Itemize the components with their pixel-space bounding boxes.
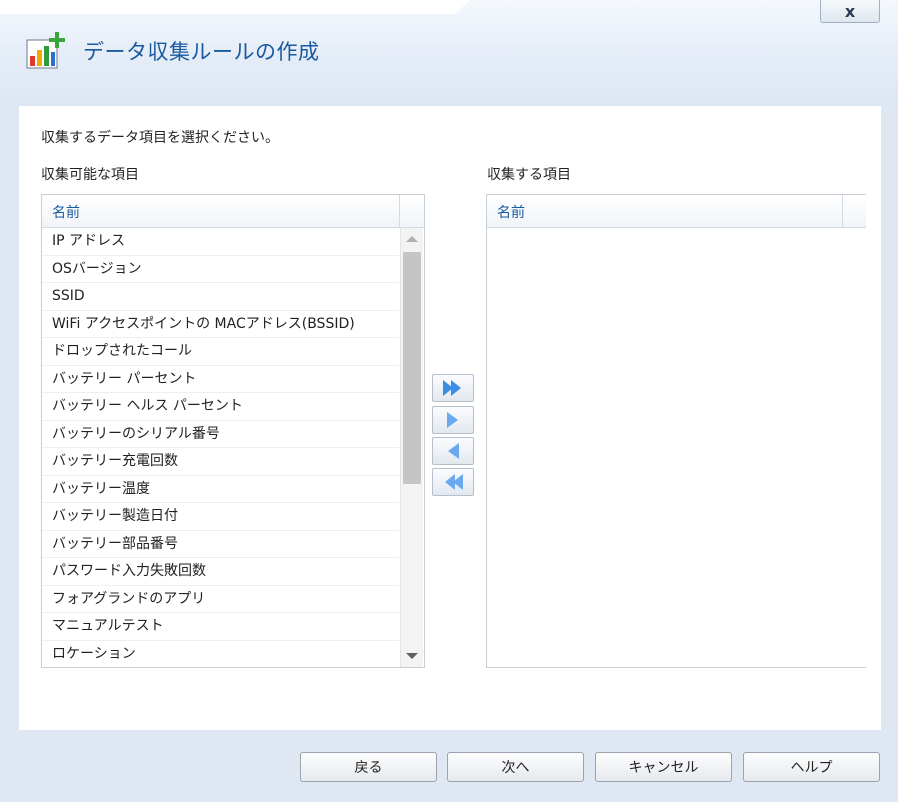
list-item[interactable]: バッテリー ヘルス パーセント [42, 393, 399, 421]
remove-all-button[interactable] [432, 468, 474, 496]
remove-button[interactable] [432, 437, 474, 465]
list-item[interactable]: バッテリー パーセント [42, 366, 399, 393]
list-item[interactable]: バッテリーのシリアル番号 [42, 421, 399, 448]
available-rows: IP アドレス OSバージョン SSID WiFi アクセスポイントの MACアドレス… [42, 228, 399, 668]
column-separator [399, 195, 400, 227]
header-notch [0, 0, 470, 14]
list-item[interactable]: マニュアルテスト [42, 613, 399, 641]
column-separator [842, 195, 843, 227]
right-arrow-icon [447, 412, 458, 428]
list-item[interactable]: ロケーション [42, 641, 399, 668]
close-icon: x [844, 1, 856, 21]
back-button[interactable]: 戻る [300, 752, 437, 782]
list-item[interactable]: SSID [42, 283, 399, 311]
next-button[interactable]: 次へ [447, 752, 584, 782]
available-scrollbar[interactable] [400, 228, 423, 667]
close-button[interactable]: x [820, 0, 880, 23]
list-item[interactable]: バッテリー充電回数 [42, 448, 399, 476]
available-list-header[interactable]: 名前 [42, 195, 424, 228]
content-panel: 収集するデータ項目を選択ください。 収集可能な項目 収集する項目 名前 IP ア… [19, 106, 881, 730]
available-list-label: 収集可能な項目 [41, 167, 139, 183]
list-item[interactable]: WiFi アクセスポイントの MACアドレス(BSSID) [42, 311, 399, 338]
double-left-arrow-icon [445, 474, 463, 490]
list-item[interactable]: フォアグランドのアプリ [42, 586, 399, 613]
add-button[interactable] [432, 406, 474, 434]
add-all-button[interactable] [432, 374, 474, 402]
list-item[interactable]: ドロップされたコール [42, 338, 399, 366]
chart-add-icon [26, 32, 65, 69]
cancel-button[interactable]: キャンセル [595, 752, 732, 782]
column-header-name[interactable]: 名前 [52, 202, 80, 222]
scroll-thumb[interactable] [403, 252, 421, 484]
list-item[interactable]: パスワード入力失敗回数 [42, 558, 399, 586]
list-item[interactable]: バッテリー部品番号 [42, 531, 399, 558]
list-item[interactable]: バッテリー製造日付 [42, 503, 399, 531]
list-item[interactable]: OSバージョン [42, 256, 399, 283]
help-button[interactable]: ヘルプ [743, 752, 880, 782]
left-arrow-icon [448, 443, 459, 459]
scroll-down-icon[interactable] [406, 653, 418, 659]
scroll-up-icon[interactable] [406, 236, 418, 242]
list-item[interactable]: IP アドレス [42, 228, 399, 256]
list-item[interactable]: バッテリー温度 [42, 476, 399, 503]
dialog-header: データ収集ルールの作成 [0, 0, 898, 106]
instruction-text: 収集するデータ項目を選択ください。 [41, 130, 279, 146]
double-right-arrow-icon [443, 380, 461, 396]
selected-list-header[interactable]: 名前 [487, 195, 866, 228]
selected-list-label: 収集する項目 [487, 167, 571, 183]
available-items-list[interactable]: 名前 IP アドレス OSバージョン SSID WiFi アクセスポイントの MACア… [41, 194, 425, 668]
selected-items-list[interactable]: 名前 [486, 194, 866, 668]
column-header-name[interactable]: 名前 [497, 202, 525, 222]
dialog-title: データ収集ルールの作成 [83, 40, 320, 64]
